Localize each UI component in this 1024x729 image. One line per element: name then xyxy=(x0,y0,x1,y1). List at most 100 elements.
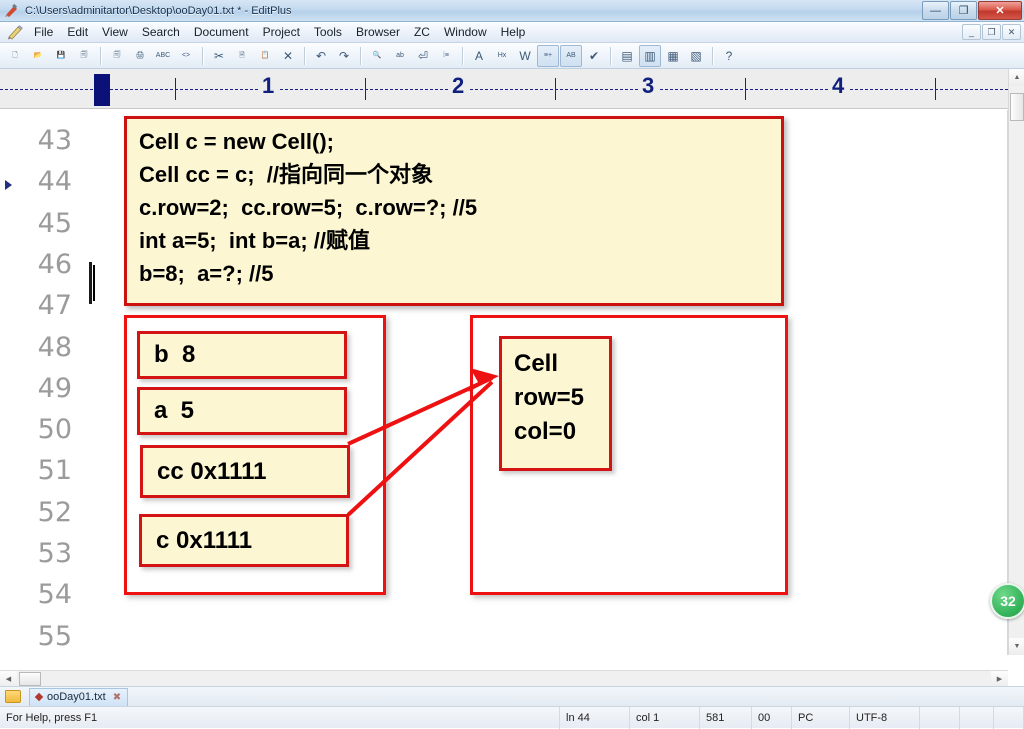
ruler-number: 1 xyxy=(258,73,279,99)
window-controls: — ❐ ✕ xyxy=(921,1,1022,20)
cliptext-window-icon[interactable]: ▦ xyxy=(662,45,684,67)
status-line: ln 44 xyxy=(560,706,630,729)
cell-object-line: Cell xyxy=(514,350,559,377)
line-number: 49 xyxy=(37,372,72,404)
window-title: C:\Users\adminitartor\Desktop\ooDay01.tx… xyxy=(25,4,292,17)
save-icon[interactable]: 💾 xyxy=(50,45,72,67)
line-number: 46 xyxy=(37,248,72,280)
document-selector-icon-glyph: ▤ xyxy=(621,48,633,63)
code-line: b=8; a=?; //5 xyxy=(139,261,274,286)
scroll-right-button[interactable]: ▶ xyxy=(991,671,1008,687)
scroll-up-button[interactable]: ▲ xyxy=(1009,69,1024,86)
menu-item-file[interactable]: File xyxy=(27,23,60,41)
output-window-icon-glyph: ▧ xyxy=(690,48,702,63)
insert-numbering-icon[interactable]: ⁞≡ xyxy=(435,45,457,67)
toolbar-separator xyxy=(360,46,362,65)
code-annotation-note: Cell c = new Cell(); Cell cc = c; //指向同一… xyxy=(124,116,784,306)
menu-item-project[interactable]: Project xyxy=(256,23,307,41)
context-help-icon[interactable]: ? xyxy=(718,45,740,67)
menu-item-edit[interactable]: Edit xyxy=(60,23,95,41)
menu-item-browser[interactable]: Browser xyxy=(349,23,407,41)
text-editor-area[interactable]: 4344454647484950515253545556 Cell c = ne… xyxy=(0,110,1008,655)
cut-icon[interactable]: ✂ xyxy=(208,45,230,67)
context-help-icon-glyph: ? xyxy=(725,48,733,63)
spell-check-icon[interactable]: ABC xyxy=(152,45,174,67)
badge-label: 32 xyxy=(1000,593,1016,609)
directory-window-icon[interactable]: ▥ xyxy=(639,44,661,67)
line-number: 48 xyxy=(37,331,72,363)
variable-label: b 8 xyxy=(154,341,196,368)
goto-icon[interactable]: ⏎ xyxy=(412,45,434,67)
line-number: 50 xyxy=(37,414,72,446)
line-highlight-bar xyxy=(89,262,92,304)
print-icon[interactable]: 🖨 xyxy=(129,45,151,67)
vertical-scrollbar[interactable]: ▲ ▼ xyxy=(1008,69,1024,655)
cut-icon-glyph: ✂ xyxy=(213,48,225,63)
menu-item-search[interactable]: Search xyxy=(135,23,187,41)
redo-icon[interactable]: ↷ xyxy=(333,45,355,67)
folder-icon[interactable] xyxy=(5,690,21,703)
line-number: 44 xyxy=(37,166,72,198)
line-numbers-icon[interactable]: AB xyxy=(560,44,582,67)
ruler-baseline xyxy=(0,89,1008,90)
menu-item-view[interactable]: View xyxy=(95,23,135,41)
menu-item-document[interactable]: Document xyxy=(187,23,256,41)
open-file-icon[interactable]: 📂 xyxy=(27,45,49,67)
line-number: 51 xyxy=(37,455,72,487)
find-icon[interactable]: 🔍 xyxy=(366,45,388,67)
bookmark-marker-icon[interactable] xyxy=(5,180,12,191)
document-tab-ooday01[interactable]: ooDay01.txt ✖ xyxy=(29,687,129,706)
ruler-column-marker[interactable] xyxy=(94,74,110,106)
menu-item-help[interactable]: Help xyxy=(494,23,533,41)
restore-button[interactable]: ❐ xyxy=(950,1,977,20)
goto-icon-glyph: ⏎ xyxy=(417,48,429,63)
horizontal-scroll-thumb[interactable] xyxy=(19,672,41,686)
ruler-tick xyxy=(745,78,746,100)
vertical-scroll-thumb[interactable] xyxy=(1010,93,1024,121)
replace-icon[interactable]: ab xyxy=(389,45,411,67)
status-offset: 581 xyxy=(700,706,752,729)
undo-icon[interactable]: ↶ xyxy=(310,45,332,67)
copy-icon[interactable]: 🗎 xyxy=(231,45,253,67)
close-tab-icon[interactable]: ✖ xyxy=(113,692,121,703)
scroll-down-button[interactable]: ▼ xyxy=(1009,638,1024,655)
menu-item-window[interactable]: Window xyxy=(437,23,494,41)
horizontal-scrollbar[interactable]: ◀ ▶ xyxy=(0,670,1008,687)
check-mark-icon[interactable]: ✔ xyxy=(583,45,605,67)
toolbar-separator xyxy=(100,46,102,65)
scroll-left-button[interactable]: ◀ xyxy=(0,671,17,687)
status-hint: For Help, press F1 xyxy=(0,706,560,729)
menu-item-zc[interactable]: ZC xyxy=(407,23,437,41)
save-all-icon[interactable]: 🗐 xyxy=(73,45,95,67)
ruler-tick xyxy=(555,78,556,100)
delete-icon[interactable]: ✕ xyxy=(277,45,299,67)
print-preview-icon[interactable]: 🗐 xyxy=(106,45,128,67)
paste-icon[interactable]: 📋 xyxy=(254,45,276,67)
browser-preview-icon[interactable]: <> xyxy=(175,45,197,67)
mdi-restore-button[interactable]: ❐ xyxy=(982,24,1001,40)
minimize-button[interactable]: — xyxy=(922,1,949,20)
save-all-icon-glyph: 🗐 xyxy=(80,52,88,59)
document-selector-icon[interactable]: ▤ xyxy=(616,45,638,67)
replace-icon-glyph: ab xyxy=(396,52,404,59)
mdi-close-button[interactable]: ✕ xyxy=(1002,24,1021,40)
status-spare-1 xyxy=(920,706,960,729)
output-window-icon[interactable]: ▧ xyxy=(685,45,707,67)
indent-icon-glyph: ≡+ xyxy=(543,52,553,59)
font-icon[interactable]: A xyxy=(468,45,490,67)
variable-label: c 0x1111 xyxy=(156,526,253,554)
close-button[interactable]: ✕ xyxy=(978,1,1022,20)
title-bar: C:\Users\adminitartor\Desktop\ooDay01.tx… xyxy=(0,0,1024,22)
word-wrap-icon[interactable]: W xyxy=(514,45,536,67)
font-icon-glyph: A xyxy=(474,48,483,63)
menu-item-tools[interactable]: Tools xyxy=(307,23,349,41)
cell-object-line: row=5 xyxy=(514,384,585,411)
indent-icon[interactable]: ≡+ xyxy=(537,44,559,67)
ruler-tick xyxy=(365,78,366,100)
check-mark-icon-glyph: ✔ xyxy=(588,48,600,63)
hex-viewer-icon[interactable]: Hx xyxy=(491,45,513,67)
screen-recorder-badge[interactable]: 32 xyxy=(990,583,1024,619)
mdi-minimize-button[interactable]: _ xyxy=(962,24,981,40)
code-line: int a=5; int b=a; //赋值 xyxy=(139,228,371,253)
new-file-icon[interactable]: 🗋 xyxy=(4,45,26,67)
